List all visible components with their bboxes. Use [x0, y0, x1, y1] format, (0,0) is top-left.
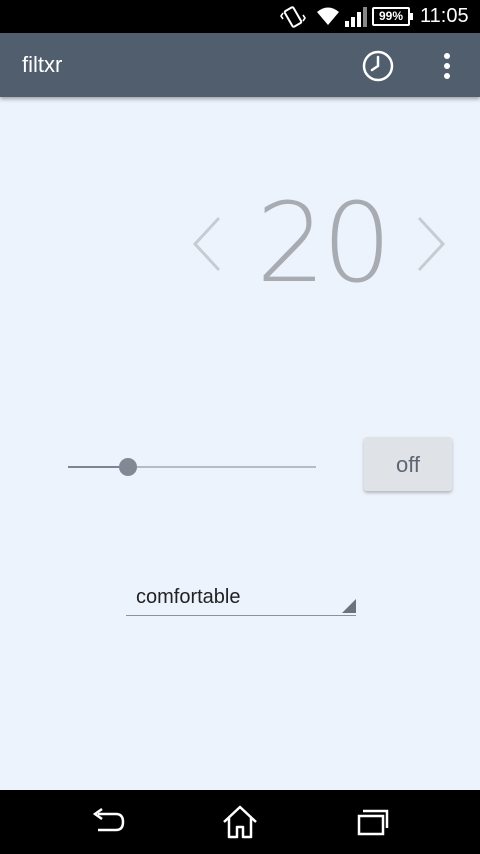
recents-button[interactable] [352, 804, 392, 840]
dropdown-arrow-icon [342, 599, 356, 613]
app-title: filtxr [22, 52, 63, 77]
app-bar: filtxr [0, 33, 480, 97]
mode-spinner-selected: comfortable [136, 586, 241, 608]
schedule-button[interactable] [360, 48, 396, 84]
overflow-menu-button[interactable] [436, 51, 458, 81]
intensity-value: 20 [256, 179, 392, 307]
overflow-menu-icon [444, 53, 450, 79]
back-button[interactable] [88, 804, 128, 840]
recents-icon [357, 809, 389, 836]
battery-icon: 99% [372, 7, 413, 26]
increase-button[interactable] [413, 214, 449, 274]
intensity-slider[interactable] [68, 452, 316, 482]
home-button[interactable] [220, 804, 260, 840]
screen: 99% 11:05 filtxr 20 off comfortable [0, 0, 480, 854]
toggle-button[interactable]: off [364, 437, 452, 491]
chevron-left-icon [192, 216, 221, 272]
vibrate-icon [280, 5, 306, 34]
chevron-right-icon [417, 216, 446, 272]
wifi-icon [316, 6, 340, 31]
signal-icon [345, 7, 367, 32]
slider-thumb[interactable] [119, 458, 137, 476]
nav-bar [0, 790, 480, 854]
mode-spinner[interactable]: comfortable [126, 580, 356, 616]
back-icon [92, 807, 125, 832]
decrease-button[interactable] [189, 214, 225, 274]
status-time: 11:05 [420, 5, 469, 27]
battery-percent: 99% [378, 9, 404, 23]
status-bar: 99% 11:05 [0, 0, 480, 33]
clock-icon [362, 50, 394, 82]
home-icon [223, 805, 257, 839]
